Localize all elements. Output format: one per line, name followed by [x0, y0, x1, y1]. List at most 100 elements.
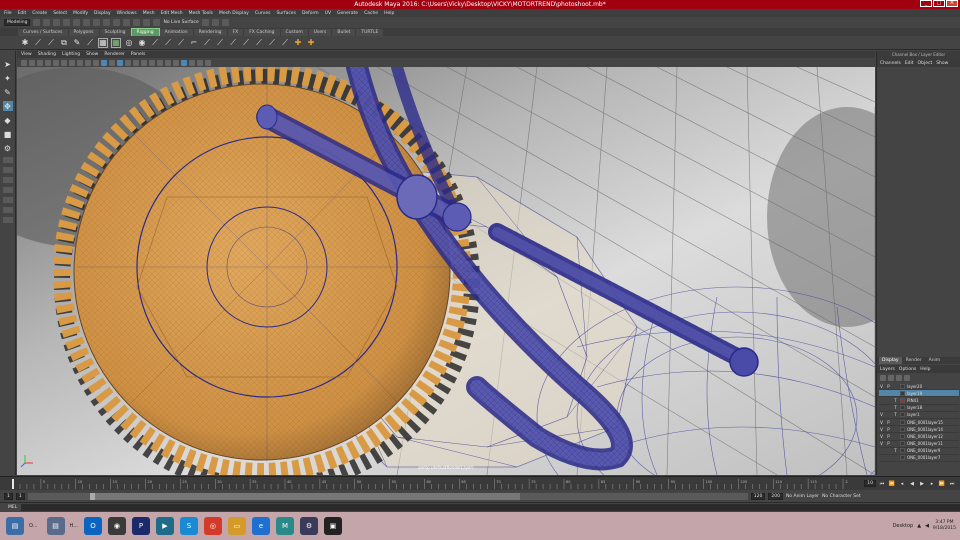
layer-playback-toggle[interactable]: P	[886, 420, 891, 425]
current-time-marker[interactable]	[12, 479, 14, 489]
anim-start-field[interactable]: 1	[4, 492, 13, 500]
shelf-tab-users[interactable]: Users	[308, 28, 332, 36]
layer-color-swatch[interactable]	[900, 405, 905, 411]
menu-modify[interactable]: Modify	[73, 11, 88, 16]
layer-tab-render[interactable]: Render	[903, 357, 925, 364]
shelf-tab-polygons[interactable]: Polygons	[68, 28, 99, 36]
open-scene-icon[interactable]	[43, 19, 51, 26]
menu-uv[interactable]: UV	[325, 11, 331, 16]
layer-visibility-toggle[interactable]: V	[879, 420, 884, 425]
menu-help[interactable]: Help	[384, 11, 394, 16]
grid-icon[interactable]	[53, 59, 59, 66]
shelf-tab-rigging[interactable]: Rigging	[130, 27, 160, 37]
render-settings-icon[interactable]	[221, 19, 229, 26]
wireframe-icon[interactable]	[101, 59, 107, 66]
rotate-tool-icon[interactable]: ◆	[3, 115, 13, 125]
motion-blur-icon[interactable]	[157, 59, 163, 66]
menu-create[interactable]: Create	[32, 11, 47, 16]
viewport-menu-panels[interactable]: Panels	[131, 52, 145, 57]
shelf-tab-curves-surfaces[interactable]: Curves / Surfaces	[18, 28, 68, 36]
skype-icon[interactable]: S	[179, 517, 198, 535]
field-chart-icon[interactable]	[85, 59, 91, 66]
depth-of-field-icon[interactable]	[173, 59, 179, 66]
layer-color-swatch[interactable]	[900, 433, 905, 439]
shelf-tab-bullet[interactable]: Bullet	[332, 28, 356, 36]
point-constraint-icon[interactable]: ⌐	[189, 38, 199, 48]
layer-display-type-toggle[interactable]: T	[893, 398, 898, 403]
layer-tab-anim[interactable]: Anim	[926, 357, 944, 364]
layout-four-icon[interactable]	[2, 167, 13, 173]
layer-menu-layers[interactable]: Layers	[880, 367, 895, 372]
layout-hypershade-icon[interactable]	[2, 207, 13, 213]
layer-row[interactable]: layer19	[879, 390, 959, 398]
move-layer-down-icon[interactable]	[888, 375, 894, 381]
shadows-icon[interactable]	[141, 59, 147, 66]
layer-visibility-toggle[interactable]: V	[879, 427, 884, 432]
scale-tool-icon[interactable]: ■	[3, 129, 13, 139]
snap-point-icon[interactable]	[133, 19, 141, 26]
viewport-menu-view[interactable]: View	[21, 52, 32, 57]
menu-deform[interactable]: Deform	[302, 11, 319, 16]
maximize-icon[interactable]: □	[933, 0, 945, 7]
layer-playback-toggle[interactable]: P	[886, 384, 891, 389]
play-forward-icon[interactable]: ▶	[918, 481, 926, 487]
wrap-icon[interactable]: ⟋	[163, 38, 173, 48]
pole-vector-icon[interactable]: ⟋	[254, 38, 264, 48]
layer-row[interactable]: Tlayer18	[879, 405, 959, 412]
layer-playback-toggle[interactable]: P	[886, 441, 891, 446]
chrome-icon[interactable]: ◎	[203, 517, 222, 535]
menu-select[interactable]: Select	[53, 11, 67, 16]
next-key-icon[interactable]: ▸	[928, 481, 936, 487]
layer-visibility-toggle[interactable]: V	[879, 384, 884, 389]
lights-icon[interactable]	[133, 59, 139, 66]
shelf-tab-turtle[interactable]: TURTLE	[356, 28, 384, 36]
xray-active-icon[interactable]	[205, 59, 211, 66]
folder-icon[interactable]: ▭	[227, 517, 246, 535]
command-input[interactable]	[21, 504, 960, 511]
menu-edit-mesh[interactable]: Edit Mesh	[161, 11, 183, 16]
move-tool-icon[interactable]: ✥	[2, 101, 13, 111]
taskbar-item-2[interactable]: ▤ H...	[41, 515, 81, 537]
layer-color-swatch[interactable]	[900, 383, 905, 389]
menu-windows[interactable]: Windows	[117, 11, 137, 16]
nonlinear-icon[interactable]: ◎	[124, 38, 134, 48]
layer-display-type-toggle[interactable]: T	[893, 412, 898, 417]
gamepad-icon[interactable]: ◉	[107, 517, 126, 535]
move-layer-up-icon[interactable]	[880, 375, 886, 381]
ipr-render-icon[interactable]	[211, 19, 219, 26]
shelf-tab-rendering[interactable]: Rendering	[193, 28, 227, 36]
blendshape-icon[interactable]: ◉	[137, 38, 147, 48]
layer-tab-display[interactable]: Display	[879, 357, 902, 364]
camera-attr-icon[interactable]	[29, 59, 35, 66]
layer-row[interactable]: T PIN41	[879, 397, 959, 405]
render-icon[interactable]	[201, 19, 209, 26]
step-back-icon[interactable]: ⏪	[888, 481, 896, 487]
smooth-shade-icon[interactable]	[109, 59, 115, 66]
select-camera-icon[interactable]	[21, 59, 27, 66]
viewport-menu-shading[interactable]: Shading	[38, 52, 56, 57]
layer-color-swatch[interactable]	[900, 412, 905, 418]
channel-menu-edit[interactable]: Edit	[905, 61, 914, 66]
playback-start-field[interactable]: 1	[15, 492, 25, 500]
new-layer-selected-icon[interactable]	[904, 375, 910, 381]
redo-icon[interactable]	[73, 19, 81, 26]
wire-deformer-icon[interactable]: ⟋	[150, 38, 160, 48]
layer-playback-toggle[interactable]: P	[886, 427, 891, 432]
cluster-icon[interactable]: ▦	[111, 37, 121, 48]
time-slider[interactable]: 5 10 15 20 25 30 35 40 45 50 55 60 65 70 75 80 85 90 95 100…	[0, 476, 960, 490]
layer-color-swatch[interactable]	[900, 390, 905, 396]
outlook-icon[interactable]: O	[83, 517, 102, 535]
image-plane-icon[interactable]	[45, 59, 51, 66]
layer-color-swatch[interactable]	[900, 441, 905, 447]
photoshop-icon[interactable]: P	[131, 517, 150, 535]
menu-surfaces[interactable]: Surfaces	[276, 11, 296, 16]
textured-icon[interactable]	[125, 59, 131, 66]
maya-icon[interactable]: M	[275, 517, 294, 535]
select-object-icon[interactable]	[93, 19, 101, 26]
menu-mesh[interactable]: Mesh	[143, 11, 155, 16]
snap-grid-icon[interactable]	[113, 19, 121, 26]
anim-layer-dropdown[interactable]: No Anim Layer	[786, 494, 819, 499]
layer-row[interactable]: V P ONE_0001layer12	[879, 433, 959, 441]
clock[interactable]: 3:47 PM 9/18/2015	[933, 520, 956, 532]
layer-row[interactable]: T ONE_0001layer9	[879, 448, 959, 455]
